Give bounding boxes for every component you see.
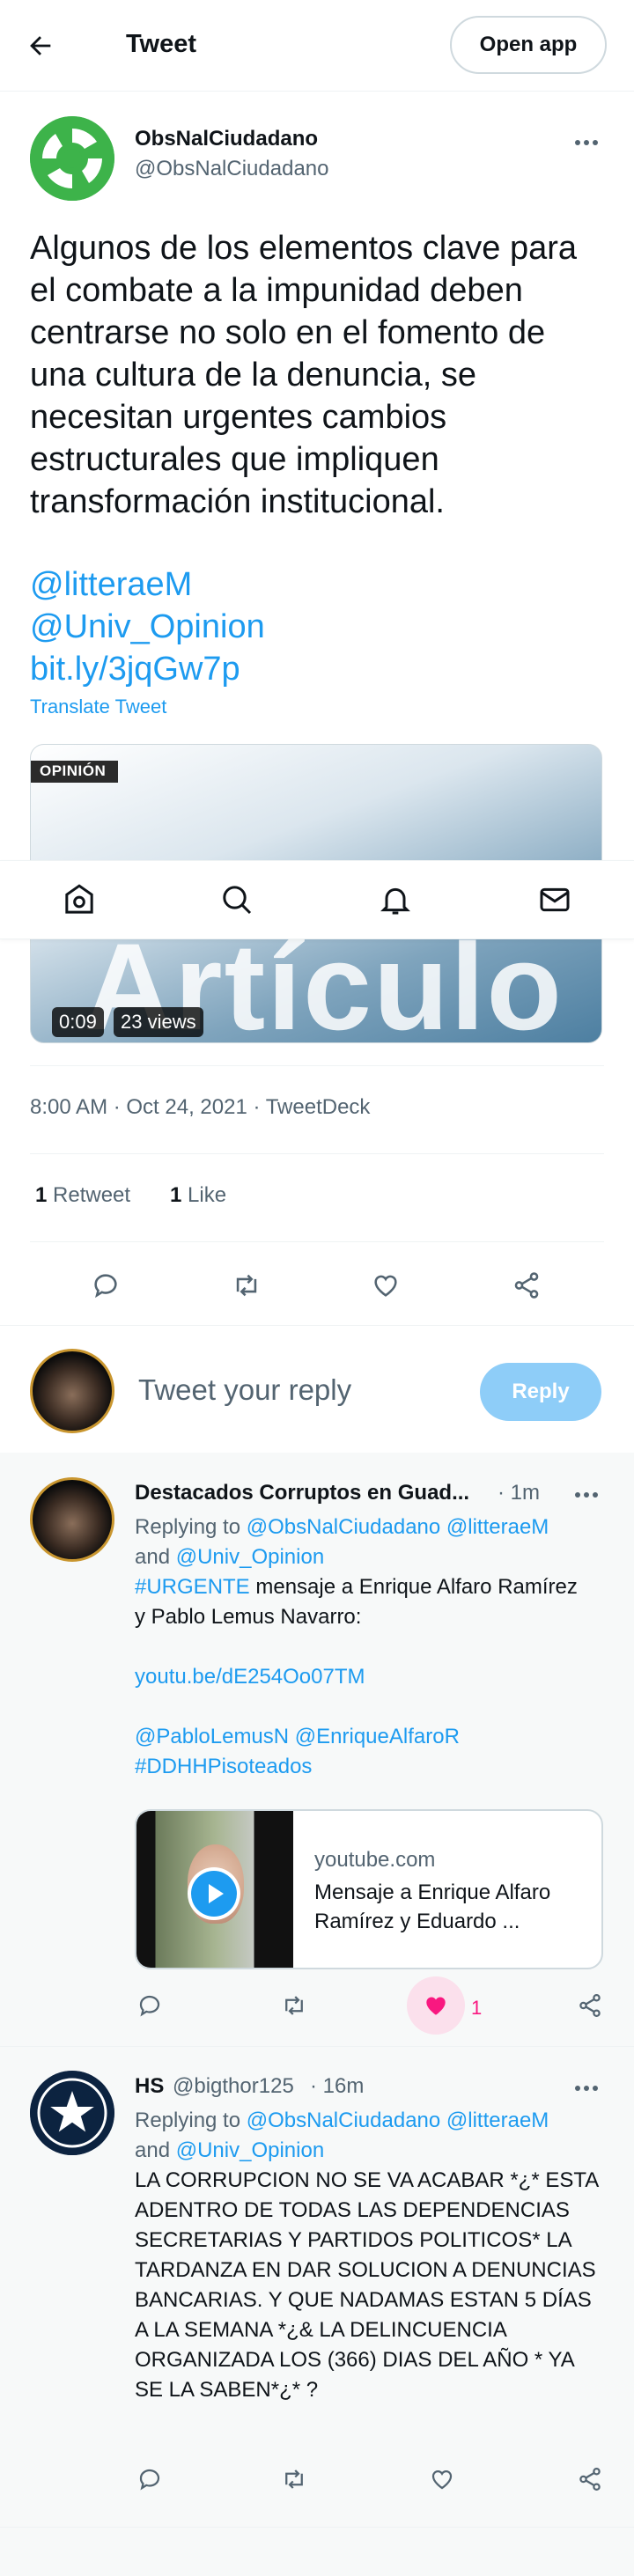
- video-views: 23 views: [114, 1007, 203, 1037]
- divider: [0, 1325, 634, 1326]
- reply-icon[interactable]: [88, 1268, 123, 1303]
- author-name[interactable]: ObsNalCiudadano: [135, 127, 318, 151]
- mention-link[interactable]: @ObsNalCiudadano @litteraeM: [247, 2109, 549, 2132]
- divider: [30, 1153, 604, 1154]
- reply-icon[interactable]: [132, 2462, 167, 2497]
- reply-text: #URGENTE mensaje a Enrique Alfaro Ramíre…: [135, 1572, 610, 1632]
- reply-text-line: mensaje a Enrique Alfaro Ramírez: [255, 1575, 578, 1599]
- youtube-link[interactable]: youtu.be/dE254Oo07TM: [135, 1662, 610, 1692]
- retweets-stat[interactable]: 1 Retweet: [35, 1183, 130, 1208]
- replying-to-and: and: [135, 2138, 171, 2162]
- reply-time[interactable]: · 16m: [310, 2074, 364, 2099]
- likes-label: Like: [188, 1183, 227, 1207]
- more-options-icon[interactable]: [569, 2078, 604, 2099]
- top-header: Tweet Open app: [0, 0, 634, 92]
- replying-to-and: and: [135, 1545, 171, 1569]
- reply-time[interactable]: · 1m: [498, 1481, 540, 1505]
- reply-text: LA CORRUPCION NO SE VA ACABAR *¿* ESTA A…: [135, 2168, 598, 2402]
- share-icon[interactable]: [572, 1988, 608, 2023]
- open-app-button[interactable]: Open app: [450, 16, 607, 74]
- reply-author-name[interactable]: HS: [135, 2074, 164, 2099]
- search-icon[interactable]: [216, 879, 258, 921]
- video-duration: 0:09: [52, 1007, 104, 1037]
- back-arrow-icon[interactable]: [19, 25, 62, 67]
- author-avatar[interactable]: [30, 116, 114, 201]
- page-title: Tweet: [126, 30, 197, 58]
- replying-to-prefix: Replying to: [135, 2109, 241, 2132]
- retweets-count: 1: [35, 1183, 48, 1207]
- replying-to: Replying to @ObsNalCiudadano @litteraeM …: [135, 1512, 610, 1572]
- reply-text-line: y Pablo Lemus Navarro:: [135, 1605, 362, 1629]
- share-icon[interactable]: [509, 1268, 544, 1303]
- replying-to: Replying to @ObsNalCiudadano @litteraeM …: [135, 2106, 610, 2166]
- media-tag: OPINIÓN: [31, 761, 119, 783]
- author-handle[interactable]: @ObsNalCiudadano: [135, 157, 329, 181]
- home-icon[interactable]: [58, 879, 100, 921]
- like-heart-icon[interactable]: [368, 1268, 403, 1303]
- share-icon[interactable]: [572, 2462, 608, 2497]
- user-avatar[interactable]: [30, 1349, 114, 1433]
- mentions-line[interactable]: @PabloLemusN @EnriqueAlfaroR: [135, 1722, 610, 1752]
- reply-author-avatar[interactable]: [30, 2071, 114, 2155]
- mention-link[interactable]: @litteraeM: [30, 563, 192, 606]
- tweet-body: Algunos de los elementos clave para el c…: [30, 230, 578, 520]
- hashtag-link[interactable]: #DDHHPisoteados: [135, 1752, 610, 1782]
- retweet-icon[interactable]: [276, 1988, 312, 2023]
- likes-stat[interactable]: 1 Like: [170, 1183, 226, 1208]
- like-heart-icon[interactable]: [424, 2462, 460, 2497]
- divider: [30, 1241, 604, 1242]
- url-link[interactable]: bit.ly/3jqGw7p: [30, 648, 240, 690]
- more-options-icon[interactable]: [569, 132, 604, 153]
- liked-heart-icon[interactable]: [407, 1976, 465, 2035]
- retweet-icon[interactable]: [276, 2462, 312, 2497]
- replying-to-prefix: Replying to: [135, 1515, 241, 1539]
- reply-like-count: 1: [471, 1997, 483, 2019]
- card-title: Mensaje a Enrique Alfaro Ramírez y Eduar…: [314, 1880, 551, 1933]
- likes-count: 1: [170, 1183, 182, 1207]
- mention-link[interactable]: @Univ_Opinion: [176, 1545, 324, 1569]
- mention-link[interactable]: @Univ_Opinion: [176, 2138, 324, 2162]
- reply-icon[interactable]: [132, 1988, 167, 2023]
- play-icon[interactable]: [188, 1867, 240, 1920]
- retweets-label: Retweet: [53, 1183, 131, 1207]
- retweet-icon[interactable]: [229, 1268, 264, 1303]
- hashtag-link[interactable]: #URGENTE: [135, 1575, 250, 1599]
- divider: [30, 1065, 604, 1066]
- mention-link[interactable]: @Univ_Opinion: [30, 606, 265, 648]
- reply-button[interactable]: Reply: [480, 1363, 601, 1421]
- reply-input[interactable]: Tweet your reply: [138, 1373, 351, 1407]
- translate-tweet-link[interactable]: Translate Tweet: [30, 696, 166, 718]
- bottom-navigation: [0, 860, 634, 939]
- tweet-timestamp[interactable]: 8:00 AM · Oct 24, 2021 · TweetDeck: [30, 1095, 370, 1120]
- reply-author-name[interactable]: Destacados Corruptos en Guad...: [135, 1481, 469, 1505]
- card-domain: youtube.com: [314, 1848, 436, 1872]
- link-preview-card[interactable]: youtube.com Mensaje a Enrique Alfaro Ram…: [135, 1809, 603, 1969]
- reply-author-handle[interactable]: @bigthor125: [173, 2074, 294, 2099]
- notifications-bell-icon[interactable]: [374, 879, 417, 921]
- mention-link[interactable]: @ObsNalCiudadano @litteraeM: [247, 1515, 549, 1539]
- more-options-icon[interactable]: [569, 1484, 604, 1505]
- reply-author-avatar[interactable]: [30, 1477, 114, 1562]
- messages-envelope-icon[interactable]: [534, 879, 576, 921]
